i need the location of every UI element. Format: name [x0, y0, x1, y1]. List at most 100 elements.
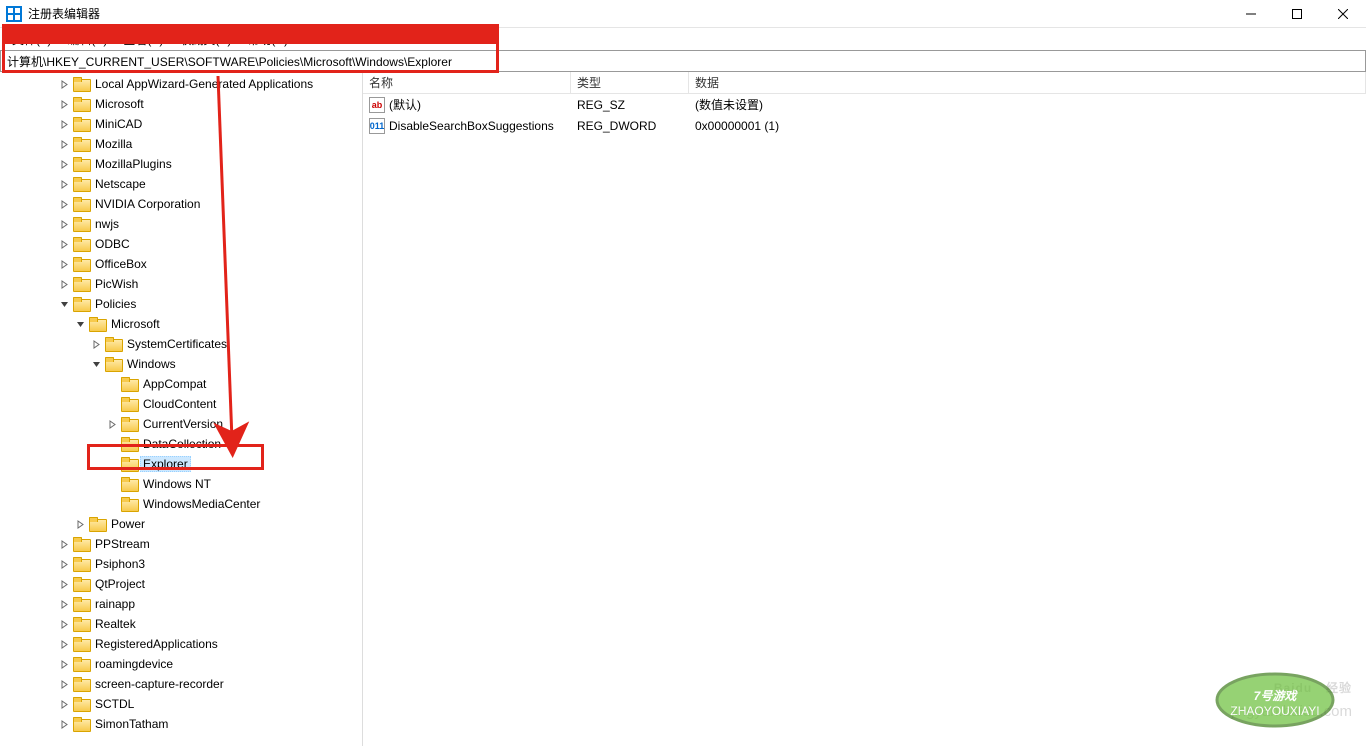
chevron-down-icon[interactable]	[56, 300, 72, 309]
value-data: (数值未设置)	[689, 95, 1366, 114]
folder-icon	[121, 417, 137, 431]
value-row[interactable]: 011DisableSearchBoxSuggestionsREG_DWORD0…	[363, 115, 1366, 136]
folder-icon	[73, 297, 89, 311]
chevron-right-icon[interactable]	[56, 640, 72, 649]
chevron-right-icon[interactable]	[56, 220, 72, 229]
tree-node-cloudcontent[interactable]: CloudContent	[0, 394, 362, 414]
folder-icon	[73, 577, 89, 591]
tree-node-realtek[interactable]: Realtek	[0, 614, 362, 634]
value-data: 0x00000001 (1)	[689, 118, 1366, 134]
tree-node-label: Policies	[92, 297, 139, 311]
address-input[interactable]	[1, 52, 1365, 70]
chevron-right-icon[interactable]	[56, 580, 72, 589]
chevron-down-icon[interactable]	[72, 320, 88, 329]
tree-node-registeredapplications[interactable]: RegisteredApplications	[0, 634, 362, 654]
tree-node-sctdl[interactable]: SCTDL	[0, 694, 362, 714]
tree-panel[interactable]: Local AppWizard-Generated Applications Mi…	[0, 72, 363, 746]
tree-node-power[interactable]: Power	[0, 514, 362, 534]
chevron-right-icon[interactable]	[56, 720, 72, 729]
tree-node-label: DataCollection	[140, 437, 224, 451]
chevron-right-icon[interactable]	[56, 260, 72, 269]
chevron-right-icon[interactable]	[88, 340, 104, 349]
tree-node-microsoft[interactable]: Microsoft	[0, 94, 362, 114]
chevron-down-icon[interactable]	[88, 360, 104, 369]
tree-node-roamingdevice[interactable]: roamingdevice	[0, 654, 362, 674]
tree-node-netscape[interactable]: Netscape	[0, 174, 362, 194]
tree-node-systemcertificates[interactable]: SystemCertificates	[0, 334, 362, 354]
folder-icon	[73, 657, 89, 671]
chevron-right-icon[interactable]	[56, 600, 72, 609]
tree-node-psiphon3[interactable]: Psiphon3	[0, 554, 362, 574]
tree-node-windows[interactable]: Windows	[0, 354, 362, 374]
chevron-right-icon[interactable]	[56, 700, 72, 709]
tree-node-picwish[interactable]: PicWish	[0, 274, 362, 294]
chevron-right-icon[interactable]	[72, 520, 88, 529]
tree-node-appcompat[interactable]: AppCompat	[0, 374, 362, 394]
tree-node-nwjs[interactable]: nwjs	[0, 214, 362, 234]
details-header: 名称 类型 数据	[363, 72, 1366, 94]
tree-node-qtproject[interactable]: QtProject	[0, 574, 362, 594]
chevron-right-icon[interactable]	[56, 560, 72, 569]
tree-node-label: Local AppWizard-Generated Applications	[92, 77, 316, 91]
chevron-right-icon[interactable]	[56, 120, 72, 129]
chevron-right-icon[interactable]	[56, 280, 72, 289]
chevron-right-icon[interactable]	[56, 660, 72, 669]
tree-node-label: ODBC	[92, 237, 133, 251]
tree-node-windows-nt[interactable]: Windows NT	[0, 474, 362, 494]
tree-node-label: PPStream	[92, 537, 153, 551]
folder-icon	[73, 197, 89, 211]
chevron-right-icon[interactable]	[56, 180, 72, 189]
site-badge: 7号游戏 ZHAOYOUXIAYI	[1200, 658, 1350, 732]
tree-node-windowsmediacenter[interactable]: WindowsMediaCenter	[0, 494, 362, 514]
column-header-data[interactable]: 数据	[689, 72, 1366, 93]
tree-node-mozilla[interactable]: Mozilla	[0, 134, 362, 154]
tree-node-minicad[interactable]: MiniCAD	[0, 114, 362, 134]
tree-node-nvidia-corporation[interactable]: NVIDIA Corporation	[0, 194, 362, 214]
workspace: Local AppWizard-Generated Applications Mi…	[0, 72, 1366, 746]
close-button[interactable]	[1320, 0, 1366, 27]
details-panel: 名称 类型 数据 ab(默认)REG_SZ(数值未设置)011DisableSe…	[363, 72, 1366, 746]
tree-node-label: Psiphon3	[92, 557, 148, 571]
chevron-right-icon[interactable]	[104, 420, 120, 429]
tree-node-screen-capture-recorder[interactable]: screen-capture-recorder	[0, 674, 362, 694]
chevron-right-icon[interactable]	[56, 80, 72, 89]
tree-node-label: Windows	[124, 357, 179, 371]
tree-node-odbc[interactable]: ODBC	[0, 234, 362, 254]
tree-node-label: Netscape	[92, 177, 149, 191]
chevron-right-icon[interactable]	[56, 540, 72, 549]
folder-icon	[73, 237, 89, 251]
chevron-right-icon[interactable]	[56, 160, 72, 169]
column-header-name[interactable]: 名称	[363, 72, 571, 93]
tree-node-label: SimonTatham	[92, 717, 171, 731]
tree-node-officebox[interactable]: OfficeBox	[0, 254, 362, 274]
chevron-right-icon[interactable]	[56, 200, 72, 209]
tree-node-label: MiniCAD	[92, 117, 145, 131]
tree-node-simontatham[interactable]: SimonTatham	[0, 714, 362, 734]
value-row[interactable]: ab(默认)REG_SZ(数值未设置)	[363, 94, 1366, 115]
tree-node-microsoft[interactable]: Microsoft	[0, 314, 362, 334]
chevron-right-icon[interactable]	[56, 620, 72, 629]
folder-icon	[73, 217, 89, 231]
tree-node-explorer[interactable]: Explorer	[0, 454, 362, 474]
tree-node-local-appwizard-generated-applications[interactable]: Local AppWizard-Generated Applications	[0, 74, 362, 94]
chevron-right-icon[interactable]	[56, 240, 72, 249]
chevron-right-icon[interactable]	[56, 140, 72, 149]
maximize-button[interactable]	[1274, 0, 1320, 27]
folder-icon	[73, 277, 89, 291]
folder-icon	[121, 377, 137, 391]
tree-node-label: Microsoft	[108, 317, 163, 331]
folder-icon	[73, 77, 89, 91]
folder-icon	[73, 537, 89, 551]
minimize-button[interactable]	[1228, 0, 1274, 27]
chevron-right-icon[interactable]	[56, 680, 72, 689]
folder-icon	[73, 637, 89, 651]
tree-node-mozillaplugins[interactable]: MozillaPlugins	[0, 154, 362, 174]
tree-node-datacollection[interactable]: DataCollection	[0, 434, 362, 454]
tree-node-rainapp[interactable]: rainapp	[0, 594, 362, 614]
tree-node-label: NVIDIA Corporation	[92, 197, 203, 211]
chevron-right-icon[interactable]	[56, 100, 72, 109]
tree-node-policies[interactable]: Policies	[0, 294, 362, 314]
column-header-type[interactable]: 类型	[571, 72, 689, 93]
tree-node-ppstream[interactable]: PPStream	[0, 534, 362, 554]
tree-node-currentversion[interactable]: CurrentVersion	[0, 414, 362, 434]
